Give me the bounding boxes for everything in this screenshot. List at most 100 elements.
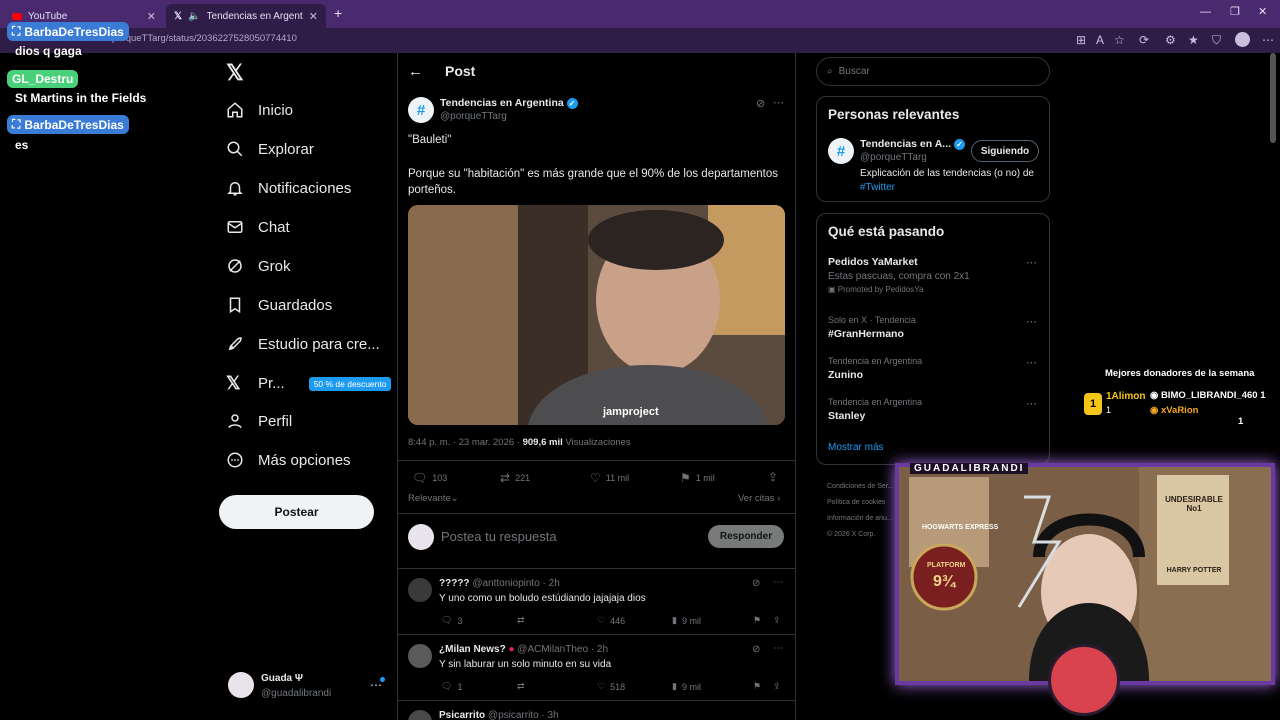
nav-bookmarks[interactable]: Guardados: [226, 296, 332, 314]
reply-avatar[interactable]: [408, 578, 432, 602]
more-icon[interactable]: ⋯: [1026, 356, 1037, 369]
search-input[interactable]: ⌕ Buscar: [816, 57, 1050, 86]
read-aloud-icon[interactable]: A: [1096, 33, 1104, 47]
reply-author[interactable]: Psicarrito: [439, 710, 485, 720]
like-action[interactable]: ♡ 446: [597, 615, 625, 626]
more-icon[interactable]: ⋯: [773, 577, 783, 588]
views-count: 9 mil: [681, 681, 701, 692]
footer-link[interactable]: Condiciones de Ser...: [827, 479, 894, 495]
more-icon[interactable]: ⋯: [1026, 315, 1037, 328]
nav-chat[interactable]: Chat: [226, 218, 290, 236]
scrollbar-thumb[interactable]: [1270, 53, 1276, 143]
post-video[interactable]: jamproject: [408, 205, 785, 425]
minimize-button[interactable]: —: [1200, 6, 1211, 18]
repost-action[interactable]: ⇄ 221: [500, 471, 530, 485]
reply-input[interactable]: Postea tu respuesta: [441, 529, 557, 544]
more-icon[interactable]: ⋯: [1026, 256, 1037, 269]
reply-avatar[interactable]: [408, 644, 432, 668]
favorites-icon[interactable]: ★: [1188, 33, 1199, 47]
app-icon[interactable]: ⊞: [1076, 33, 1086, 47]
close-window-button[interactable]: ✕: [1258, 5, 1267, 18]
views-action[interactable]: ▮ 9 mil: [672, 615, 701, 626]
footer-link[interactable]: Política de cookies: [827, 495, 894, 511]
profile-avatar[interactable]: [1235, 32, 1250, 47]
relevant-avatar[interactable]: #: [828, 138, 854, 164]
back-arrow-icon[interactable]: ←: [408, 63, 423, 80]
reply-avatar[interactable]: [408, 710, 432, 720]
show-more-link[interactable]: Mostrar más: [828, 442, 884, 453]
trend-item[interactable]: Solo en X · Tendencia #GranHermano ⋯: [828, 315, 1040, 340]
tab-x[interactable]: 𝕏 🔈 Tendencias en Argentina en X ✕: [166, 4, 326, 28]
user-avatar: [408, 524, 434, 550]
share-action[interactable]: ⇪: [773, 615, 781, 626]
shield-icon[interactable]: ⛉: [1212, 33, 1221, 48]
streamer-avatar: [1048, 644, 1120, 716]
reply-author[interactable]: ¿Milan News?: [439, 644, 506, 655]
reply-author[interactable]: ?????: [439, 578, 470, 589]
star-icon[interactable]: ☆: [1114, 33, 1125, 47]
reply-action[interactable]: 🗨 3: [441, 615, 462, 626]
nav-creator-studio[interactable]: Estudio para cre...: [226, 335, 380, 353]
relevant-handle[interactable]: @porqueTTarg: [860, 152, 927, 163]
reply-item[interactable]: Psicarrito @psicarrito · 3h: [397, 700, 796, 720]
trend-item[interactable]: Pedidos YaMarket Estas pascuas, compra c…: [828, 256, 1040, 294]
x-logo-icon[interactable]: 𝕏: [226, 60, 244, 86]
nav-profile[interactable]: Perfil: [226, 412, 292, 430]
trend-item[interactable]: Tendencia en Argentina Zunino ⋯: [828, 356, 1040, 381]
reply-handle[interactable]: @ACMilanTheo · 2h: [517, 644, 608, 655]
menu-icon[interactable]: ⋯: [1262, 33, 1274, 47]
following-button[interactable]: Siguiendo: [971, 140, 1039, 162]
reply-action[interactable]: 🗨 103: [412, 471, 447, 485]
reply-button[interactable]: Responder: [708, 525, 784, 548]
extensions-icon[interactable]: ⚙: [1165, 33, 1176, 47]
nav-premium[interactable]: 𝕏 Pr... 50 % de descuento: [226, 373, 392, 394]
nav-notifications[interactable]: Notificaciones: [226, 179, 351, 197]
grok-icon[interactable]: ⊘: [752, 644, 760, 655]
footer-link[interactable]: Información de anu...: [827, 511, 894, 527]
relevant-name[interactable]: Tendencias en A... ✓: [860, 138, 965, 150]
reply-item[interactable]: ????? @anttoniopinto · 2h ⊘ ⋯ Y uno como…: [397, 568, 796, 634]
search-icon: [227, 141, 243, 157]
nav-home[interactable]: Inicio: [226, 101, 293, 119]
author-handle[interactable]: @porqueTTarg: [440, 111, 507, 122]
restore-button[interactable]: ❐: [1230, 5, 1240, 18]
reply-action[interactable]: 🗨 1: [441, 681, 462, 692]
refresh-icon[interactable]: ⟳: [1139, 33, 1149, 47]
view-quotes-link[interactable]: Ver citas ›: [738, 493, 780, 504]
author-avatar[interactable]: #: [408, 97, 434, 123]
reply-handle[interactable]: @anttoniopinto · 2h: [472, 578, 559, 589]
nav-explore[interactable]: Explorar: [226, 140, 314, 158]
trend-item[interactable]: Tendencia en Argentina Stanley ⋯: [828, 397, 1040, 422]
like-action[interactable]: ♡ 11 mil: [590, 471, 629, 485]
post-button[interactable]: Postear: [219, 495, 374, 529]
share-action[interactable]: ⇪: [768, 470, 778, 484]
account-avatar[interactable]: [228, 672, 254, 698]
repost-action[interactable]: ⇄: [517, 681, 525, 692]
nav-more[interactable]: Más opciones: [226, 451, 351, 469]
more-circle-icon: [227, 452, 243, 468]
more-icon[interactable]: ⋯: [773, 96, 784, 109]
repost-action[interactable]: ⇄: [517, 615, 525, 626]
views-action[interactable]: ▮ 9 mil: [672, 681, 701, 692]
bookmark-action[interactable]: ⚑: [753, 681, 761, 692]
reply-item[interactable]: ¿Milan News? ● @ACMilanTheo · 2h ⊘ ⋯ Y s…: [397, 634, 796, 700]
nav-grok[interactable]: Grok: [226, 257, 291, 275]
speaker-icon[interactable]: 🔈: [188, 11, 200, 22]
grok-icon[interactable]: ⊘: [752, 578, 760, 589]
post-timestamp[interactable]: 8:44 p. m. · 23 mar. 2026 ·: [408, 437, 523, 448]
more-icon[interactable]: ⋯: [773, 643, 783, 654]
grok-icon[interactable]: ⊘: [756, 97, 765, 110]
bookmark-action[interactable]: ⚑: [753, 615, 761, 626]
bookmark-action[interactable]: ⚑ 1 mil: [680, 471, 715, 485]
relevant-bio-link[interactable]: #Twitter: [860, 182, 895, 193]
more-icon[interactable]: ⋯: [1026, 397, 1037, 410]
close-icon[interactable]: ✕: [147, 10, 156, 23]
close-icon[interactable]: ✕: [309, 10, 318, 23]
author-name[interactable]: Tendencias en Argentina ✓: [440, 97, 578, 109]
video-watermark: jamproject: [603, 406, 659, 418]
sort-dropdown[interactable]: Relevante⌄: [408, 493, 459, 504]
reply-handle[interactable]: @psicarrito · 3h: [488, 710, 559, 720]
new-tab-button[interactable]: +: [334, 5, 342, 21]
share-action[interactable]: ⇪: [773, 681, 781, 692]
like-action[interactable]: ♡ 518: [597, 681, 625, 692]
